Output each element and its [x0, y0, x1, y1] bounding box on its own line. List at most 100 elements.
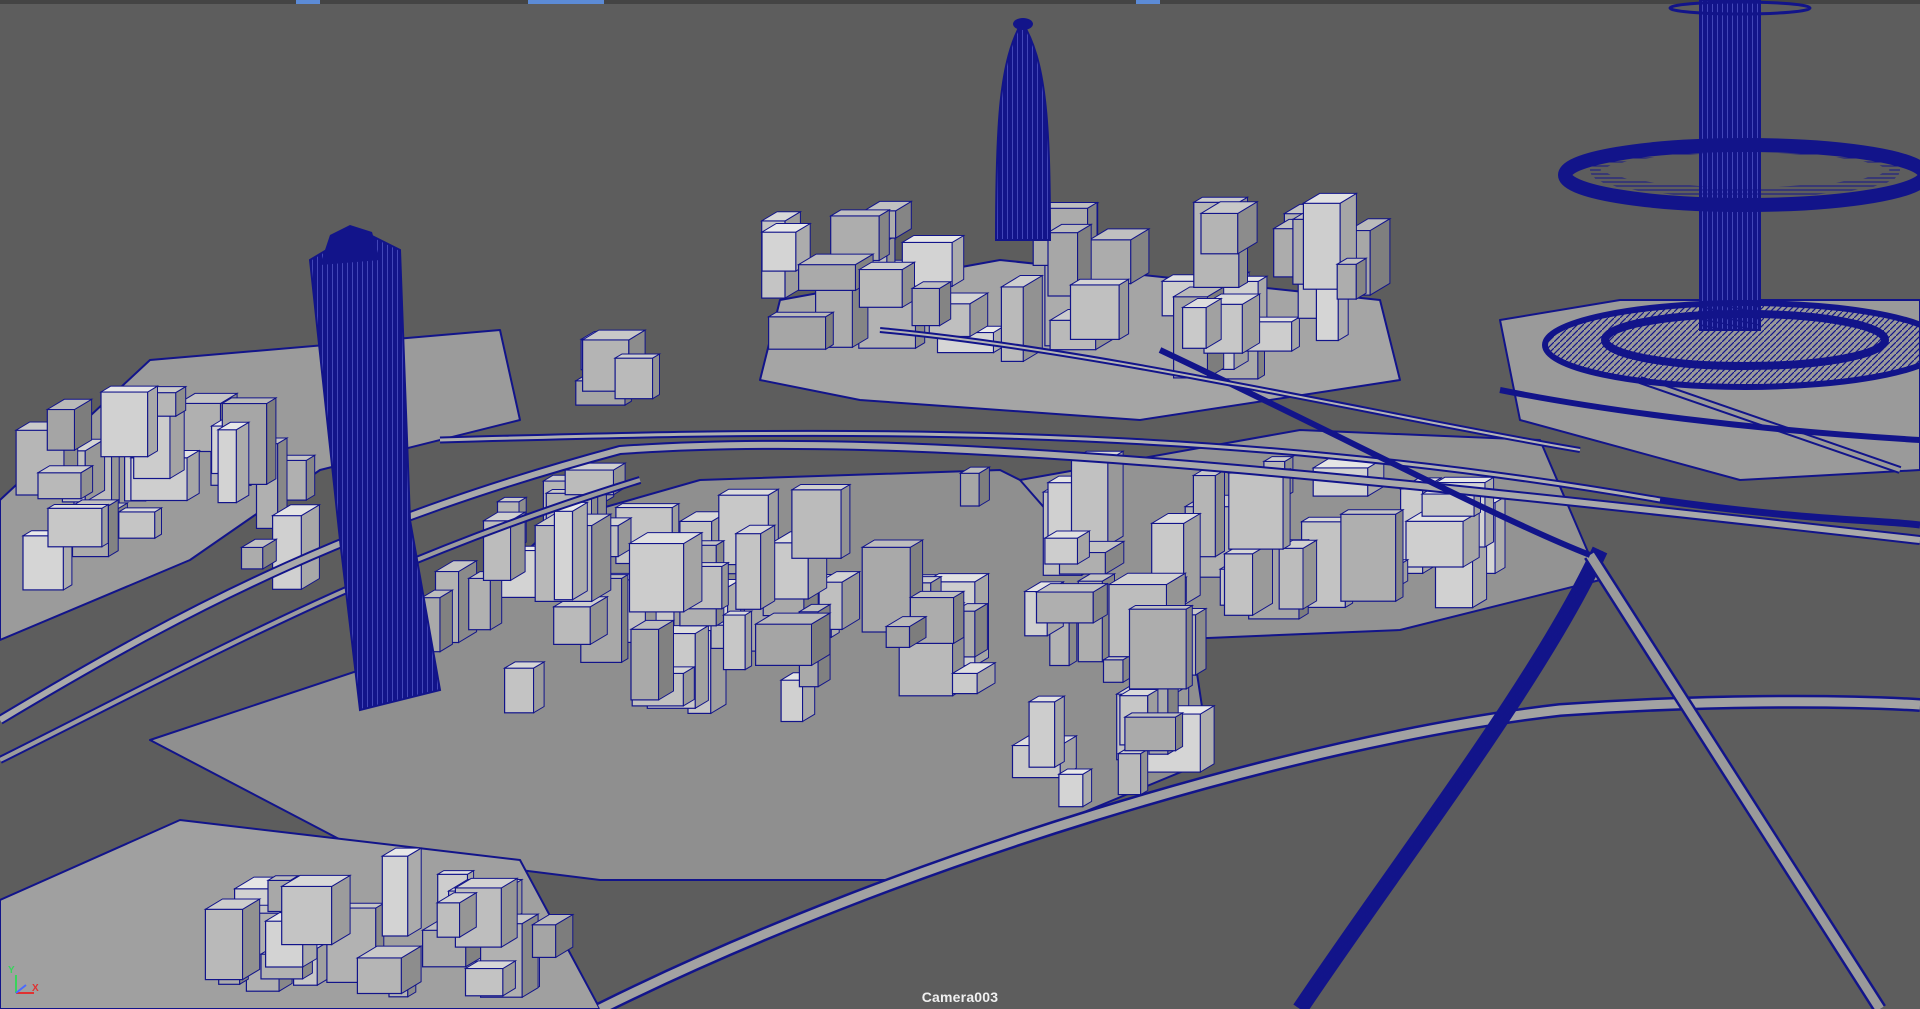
building-side — [840, 483, 851, 560]
building-side — [1395, 508, 1404, 603]
building-roof — [790, 484, 852, 491]
building-front — [1336, 263, 1357, 300]
building-front — [1102, 659, 1124, 683]
building-front — [1028, 701, 1056, 768]
building-side — [744, 610, 753, 671]
building-side — [652, 353, 660, 400]
building-side — [760, 524, 776, 611]
building-side — [1054, 695, 1065, 769]
building-side — [721, 561, 729, 610]
building-front — [911, 287, 941, 327]
building-side — [1175, 712, 1184, 752]
building-roof — [766, 311, 836, 318]
building-roof — [908, 590, 966, 598]
building-front — [1302, 202, 1341, 290]
building-roof — [613, 353, 662, 359]
building-front — [735, 532, 762, 610]
building-front — [553, 510, 574, 601]
building-front — [118, 511, 156, 539]
building-front — [767, 316, 827, 350]
building-front — [204, 908, 244, 981]
building-side — [1199, 704, 1215, 773]
building-front — [754, 623, 813, 666]
building-roof — [435, 870, 476, 875]
building-front — [46, 408, 76, 451]
building-front — [1069, 284, 1120, 340]
building-side — [1185, 604, 1193, 690]
building-front — [1117, 752, 1142, 796]
building-side — [978, 466, 990, 507]
building-side — [186, 449, 200, 502]
building-front — [1124, 716, 1177, 752]
building-side — [331, 874, 351, 946]
building-front — [217, 429, 238, 504]
3d-viewport[interactable]: X Y Camera003 — [0, 0, 1920, 1009]
building-front — [1044, 537, 1079, 565]
building-front — [381, 855, 409, 937]
building-side — [1355, 257, 1367, 300]
ringed-tower — [1542, 0, 1920, 390]
building-roof — [1123, 712, 1185, 718]
building-roof — [716, 488, 781, 496]
building-roof — [1127, 605, 1195, 610]
building-side — [694, 624, 709, 710]
building-side — [1302, 539, 1318, 610]
building-side — [300, 503, 320, 591]
building-front — [959, 472, 980, 507]
building-side — [658, 619, 674, 701]
building-front — [1181, 306, 1207, 349]
building-side — [1107, 450, 1124, 547]
building-side — [572, 501, 588, 601]
building-front — [1278, 547, 1304, 610]
building-front — [797, 264, 857, 292]
building-side — [101, 503, 109, 548]
building-front — [858, 268, 903, 308]
city-scene[interactable] — [0, 0, 1920, 1009]
building-front — [436, 902, 461, 938]
building-side — [305, 454, 316, 501]
building-side — [439, 589, 453, 653]
building-front — [951, 672, 978, 695]
building-front — [1058, 773, 1084, 808]
building-side — [1195, 607, 1207, 676]
y-axis-label: Y — [8, 965, 15, 976]
building-front — [281, 885, 333, 946]
building-side — [591, 513, 612, 603]
building-roof — [1434, 476, 1496, 483]
building-front — [885, 625, 911, 648]
building-roof — [46, 504, 110, 509]
building-front — [531, 924, 557, 959]
building-front — [1223, 553, 1254, 616]
building-front — [1035, 591, 1094, 624]
building-side — [1291, 316, 1300, 352]
building-front — [614, 357, 654, 400]
building-front — [553, 606, 591, 645]
building-side — [242, 898, 261, 981]
building-side — [621, 573, 629, 664]
center-skyscraper — [994, 18, 1052, 241]
building-roof — [900, 235, 966, 243]
building-side — [974, 602, 988, 658]
building-side — [951, 234, 965, 288]
building-side — [407, 847, 422, 937]
building-front — [47, 507, 103, 548]
building-roof — [116, 507, 164, 513]
building-front — [1200, 212, 1239, 255]
building-side — [683, 531, 703, 613]
building-side — [1118, 278, 1130, 341]
building-front — [100, 391, 149, 458]
building-side — [1214, 469, 1225, 558]
building-front — [240, 546, 264, 570]
building-side — [825, 311, 834, 351]
building-front — [37, 472, 82, 500]
building-front — [272, 514, 303, 590]
building-side — [1140, 748, 1149, 796]
building-front — [1228, 472, 1284, 550]
building-front — [630, 628, 660, 701]
building-front — [1128, 608, 1187, 690]
building-front — [722, 614, 746, 671]
building-roof — [828, 209, 892, 217]
building-roof — [220, 397, 278, 404]
building-front — [504, 667, 535, 714]
building-side — [1494, 495, 1506, 575]
